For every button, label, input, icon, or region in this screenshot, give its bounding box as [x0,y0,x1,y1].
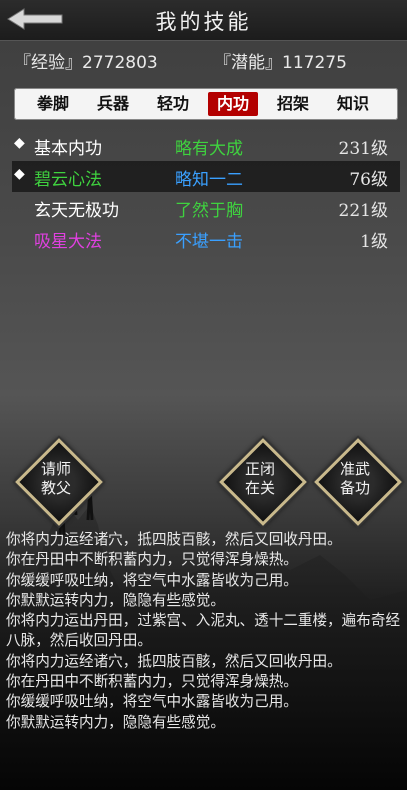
skill-level: 76级 [349,170,388,190]
tab-lightness[interactable]: 轻功 [148,92,198,116]
skill-list: ◆ 基本内功 略有大成 231级 ◆ 碧云心法 略知一二 76级 玄天无极功 了… [12,130,400,254]
equipped-diamond-icon: ◆ [14,166,25,182]
skill-mastery: 略有大成 [175,139,243,159]
log-line: 你缓缓呼吸吐纳，将空气中水露皆收为己用。 [6,693,298,711]
skill-row[interactable]: 吸星大法 不堪一击 1级 [12,223,400,254]
log-line: 你在丹田中不断积蓄内力，只觉得浑身燥热。 [6,551,298,569]
skill-level: 221级 [338,201,388,221]
skill-mastery: 了然于胸 [175,201,243,221]
skill-row[interactable]: ◆ 基本内功 略有大成 231级 [12,130,400,161]
skill-name: 碧云心法 [34,170,102,190]
log-line: 你缓缓呼吸吐纳，将空气中水露皆收为己用。 [6,571,298,589]
seclusion-button[interactable]: 正闭 在关 [219,438,307,526]
tab-internal[interactable]: 内功 [208,92,258,116]
skill-row[interactable]: 玄天无极功 了然于胸 221级 [12,192,400,223]
equipped-diamond-icon: ◆ [14,135,25,151]
log-line: 你在丹田中不断积蓄内力，只觉得浑身燥热。 [6,673,298,691]
find-teacher-button[interactable]: 请师 教父 [15,438,103,526]
message-log: 你将内力运经诸穴，抵四肢百骸，然后又回收丹田。 你在丹田中不断积蓄内力，只觉得浑… [6,530,402,733]
skill-mastery: 不堪一击 [175,232,243,252]
tab-weapon[interactable]: 兵器 [88,92,138,116]
tab-parry[interactable]: 招架 [268,92,318,116]
experience-stat: 『经验』2772803 [14,53,158,73]
title-bar: 我的技能 [0,0,407,41]
log-line: 你将内力运经诸穴，抵四肢百骸，然后又回收丹田。 [6,652,342,670]
log-line: 你默默运转内力，隐隐有些感觉。 [6,591,225,609]
seclusion-label: 正闭 在关 [244,460,275,497]
skill-name: 吸星大法 [34,232,102,252]
log-line: 你默默运转内力，隐隐有些感觉。 [6,713,225,731]
log-line: 你将内力运出丹田，过紫宫、入泥丸、透十二重楼，遍布奇经八脉，然后收回丹田。 [6,612,401,650]
log-line: 你将内力运经诸穴，抵四肢百骸，然后又回收丹田。 [6,531,342,548]
page-title: 我的技能 [155,10,252,34]
skill-category-tabs: 拳脚 兵器 轻功 内功 招架 知识 [14,88,398,120]
tab-fist[interactable]: 拳脚 [28,92,78,116]
skill-mastery: 略知一二 [175,170,243,190]
potential-stat: 『潜能』117275 [214,53,347,73]
tab-knowledge[interactable]: 知识 [328,92,378,116]
skill-level: 231级 [338,139,388,159]
prepare-skill-label: 准武 备功 [339,460,370,497]
skill-name: 基本内功 [34,139,102,159]
find-teacher-label: 请师 教父 [40,460,71,497]
skill-name: 玄天无极功 [34,201,119,221]
prepare-skill-button[interactable]: 准武 备功 [314,438,402,526]
skill-level: 1级 [360,232,388,252]
skill-row[interactable]: ◆ 碧云心法 略知一二 76级 [12,161,400,192]
